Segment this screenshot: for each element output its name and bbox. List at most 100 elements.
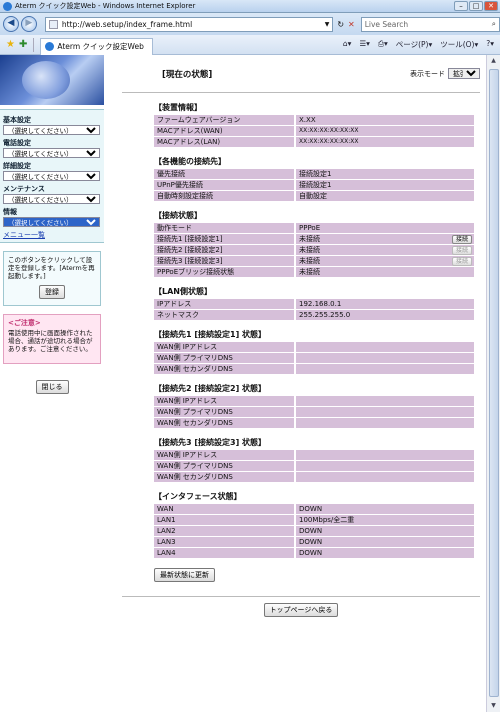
tab-toolbar: ★ ✚ Aterm クイック設定Web ⌂▾ ☰▾ ⎙▾ ページ(P)▾ ツール… bbox=[0, 35, 500, 55]
tools-menu-label: ツール(O) bbox=[440, 40, 475, 49]
status-value-cell: 未接続 接続 bbox=[296, 234, 474, 244]
status-row: WAN側 IPアドレス bbox=[154, 450, 474, 460]
status-value-cell: XX:XX:XX:XX:XX:XX bbox=[296, 137, 474, 147]
forward-button[interactable]: ▶ bbox=[20, 16, 37, 32]
status-row: WAN側 セカンダリDNS bbox=[154, 364, 474, 374]
status-key: LAN4 bbox=[154, 548, 294, 558]
status-value: DOWN bbox=[299, 527, 323, 535]
tools-menu[interactable]: ツール(O)▾ bbox=[440, 39, 478, 50]
menu-list-link[interactable]: メニュー一覧 bbox=[3, 230, 101, 240]
menu-label-phone: 電話設定 bbox=[3, 139, 31, 147]
chevron-down-icon[interactable]: ▼ bbox=[325, 21, 330, 28]
menu-select-phone[interactable]: （選択してください） bbox=[3, 148, 100, 158]
status-value-cell bbox=[296, 396, 474, 406]
page-menu[interactable]: ページ(P)▾ bbox=[396, 39, 433, 50]
section-title: 【接続先3 [接続設定3] 状態】 bbox=[154, 438, 267, 447]
maximize-button[interactable]: □ bbox=[469, 1, 483, 11]
status-key: 自動時刻設定接続 bbox=[154, 191, 294, 201]
status-value-cell: 255.255.255.0 bbox=[296, 310, 474, 320]
register-button[interactable]: 登録 bbox=[39, 285, 65, 299]
menu-label-basic: 基本設定 bbox=[3, 116, 31, 124]
status-row: PPPoEブリッジ接続状態 未接続 bbox=[154, 267, 474, 277]
refresh-icon[interactable]: ↻ bbox=[337, 20, 344, 29]
print-icon[interactable]: ⎙▾ bbox=[378, 39, 388, 50]
address-toolbar: ◀ ▶ http://web.setup/index_frame.html ▼ … bbox=[0, 13, 500, 35]
command-bar: ⌂▾ ☰▾ ⎙▾ ページ(P)▾ ツール(O)▾ ?▾ bbox=[343, 39, 500, 50]
status-value: 未接続 bbox=[299, 246, 320, 254]
status-value-cell: 未接続 bbox=[296, 267, 474, 277]
caution-text: 電話使用中に画面操作された場合、通話が途切れる場合があります。ご注意ください。 bbox=[8, 329, 93, 353]
status-value: DOWN bbox=[299, 538, 323, 546]
globe-image bbox=[22, 61, 70, 99]
status-value-cell: 自動設定 bbox=[296, 191, 474, 201]
status-value: 接続設定1 bbox=[299, 181, 332, 189]
status-key: WAN側 IPアドレス bbox=[154, 342, 294, 352]
search-input[interactable]: Live Search ⌕ bbox=[360, 16, 500, 32]
status-value: 接続設定1 bbox=[299, 170, 332, 178]
address-text: http://web.setup/index_frame.html bbox=[61, 19, 193, 29]
add-favorite-icon[interactable]: ✚ bbox=[19, 39, 27, 50]
address-field[interactable]: http://web.setup/index_frame.html ▼ bbox=[44, 16, 334, 32]
refresh-status-button[interactable]: 最新状態に更新 bbox=[154, 568, 215, 582]
menu-select-maintenance[interactable]: （選択してください） bbox=[3, 194, 100, 204]
status-sections: 【装置情報】 ファームウェアバージョン X.XX MACアドレス(WAN) XX:XX:… bbox=[118, 102, 484, 558]
status-key: WAN側 プライマリDNS bbox=[154, 407, 294, 417]
scroll-up-icon[interactable]: ▲ bbox=[487, 55, 500, 67]
caution-box: <ご注意> 電話使用中に画面操作された場合、通話が途切れる場合があります。ご注意… bbox=[3, 314, 101, 364]
status-value: XX:XX:XX:XX:XX:XX bbox=[299, 127, 359, 134]
scroll-down-icon[interactable]: ▼ bbox=[487, 700, 500, 712]
feeds-icon[interactable]: ☰▾ bbox=[359, 39, 370, 50]
page-title: [現在の状態] bbox=[162, 69, 213, 80]
scrollbar-thumb[interactable] bbox=[489, 69, 499, 697]
status-key: WAN側 プライマリDNS bbox=[154, 353, 294, 363]
menu-select-basic[interactable]: （選択してください） bbox=[3, 125, 100, 135]
status-value-cell bbox=[296, 353, 474, 363]
status-key: ファームウェアバージョン bbox=[154, 115, 294, 125]
close-button[interactable]: 閉じる bbox=[35, 380, 69, 394]
status-value-cell: 100Mbps/全二重 bbox=[296, 515, 474, 525]
status-key: 動作モード bbox=[154, 223, 294, 233]
status-value-cell bbox=[296, 407, 474, 417]
page-icon bbox=[48, 19, 58, 29]
status-row: 自動時刻設定接続 自動設定 bbox=[154, 191, 474, 201]
scrollbar[interactable]: ▲ ▼ bbox=[486, 55, 500, 712]
favorites-star-icon[interactable]: ★ bbox=[6, 39, 15, 50]
minimize-button[interactable]: – bbox=[454, 1, 468, 11]
status-section: 【接続先3 [接続設定3] 状態】 WAN側 IPアドレス WAN側 プライマリDN… bbox=[154, 437, 474, 482]
stop-icon[interactable]: ✕ bbox=[348, 20, 355, 29]
caution-title: <ご注意> bbox=[8, 319, 41, 327]
search-icon[interactable]: ⌕ bbox=[492, 19, 496, 29]
close-window-button[interactable]: ✕ bbox=[484, 1, 498, 11]
sidebar-menu: 基本設定 （選択してください） 電話設定 （選択してください） 詳細設定 （選択… bbox=[0, 109, 104, 243]
display-mode-select[interactable]: 拡張 bbox=[448, 68, 480, 79]
status-value-cell: DOWN bbox=[296, 537, 474, 547]
home-icon[interactable]: ⌂▾ bbox=[343, 39, 352, 50]
menu-select-detail[interactable]: （選択してください） bbox=[3, 171, 100, 181]
connect-button[interactable]: 接続 bbox=[451, 234, 472, 244]
help-icon[interactable]: ?▾ bbox=[486, 39, 494, 50]
status-section: 【接続先2 [接続設定2] 状態】 WAN側 IPアドレス WAN側 プライマリDN… bbox=[154, 383, 474, 428]
status-section: 【インタフェース状態】 WAN DOWN LAN1 100Mbps/全二重 LAN2 DOW… bbox=[154, 491, 474, 558]
status-key: IPアドレス bbox=[154, 299, 294, 309]
menu-select-info[interactable]: （選択してください） bbox=[3, 217, 100, 227]
window-titlebar: Aterm クイック設定Web - Windows Internet Explo… bbox=[0, 0, 500, 13]
menu-label-maintenance: メンテナンス bbox=[3, 185, 45, 193]
status-value: 100Mbps/全二重 bbox=[299, 516, 355, 524]
status-row: WAN側 プライマリDNS bbox=[154, 407, 474, 417]
status-value-cell bbox=[296, 342, 474, 352]
back-button[interactable]: ◀ bbox=[3, 16, 19, 32]
status-key: WAN側 セカンダリDNS bbox=[154, 364, 294, 374]
status-key: MACアドレス(WAN) bbox=[154, 126, 294, 136]
status-section: 【LAN側状態】 IPアドレス 192.168.0.1 ネットマスク 255.255.2… bbox=[154, 286, 474, 320]
status-value: DOWN bbox=[299, 505, 323, 513]
status-row: LAN3 DOWN bbox=[154, 537, 474, 547]
status-row: WAN側 IPアドレス bbox=[154, 342, 474, 352]
status-row: 接続先3 [接続設定3] 未接続 接続 bbox=[154, 256, 474, 266]
window-controls: – □ ✕ bbox=[454, 1, 498, 11]
tab-aterm[interactable]: Aterm クイック設定Web bbox=[40, 37, 153, 55]
status-key: LAN2 bbox=[154, 526, 294, 536]
status-key: UPnP優先接続 bbox=[154, 180, 294, 190]
display-mode-label: 表示モード bbox=[410, 69, 445, 78]
tab-label: Aterm クイック設定Web bbox=[57, 42, 144, 51]
back-to-top-button[interactable]: トップページへ戻る bbox=[263, 603, 339, 617]
